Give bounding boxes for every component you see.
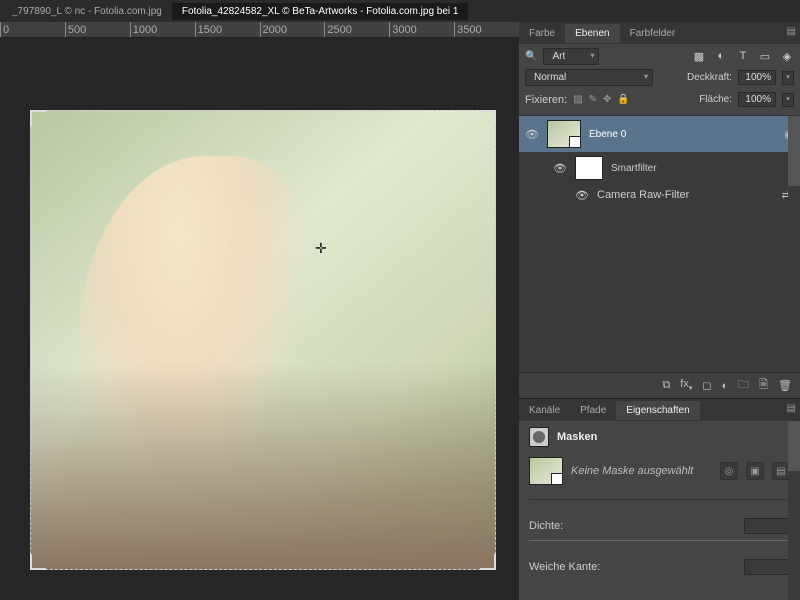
crop-selection[interactable] <box>30 110 496 570</box>
smartfilter-label[interactable]: Smartfilter <box>611 163 794 174</box>
ruler-horizontal: 0 500 1000 1500 2000 2500 3000 3500 <box>0 22 519 38</box>
lock-label: Fixieren: <box>525 94 567 106</box>
opacity-label: Deckkraft: <box>687 72 732 83</box>
crop-handle-tl[interactable] <box>30 110 46 126</box>
properties-panel: Kanäle Pfade Eigenschaften ▤ Masken Kein… <box>519 398 800 600</box>
layer-filter-icons: ▩ ◐ T ▭ ◈ <box>692 50 794 63</box>
tab-farbfelder[interactable]: Farbfelder <box>620 24 686 43</box>
layers-panel: Farbe Ebenen Farbfelder ▤ 🔍 Art ▩ ◐ T ▭ … <box>519 22 800 398</box>
layers-options: 🔍 Art ▩ ◐ T ▭ ◈ Normal Deckkraft: 100% ▾ <box>519 44 800 116</box>
document-canvas[interactable]: ✛ <box>30 110 496 570</box>
opacity-drop-icon[interactable]: ▾ <box>782 71 794 85</box>
lock-transparency-icon[interactable]: ▨ <box>573 94 582 105</box>
tab-kanaele[interactable]: Kanäle <box>519 401 570 420</box>
add-mask-icon[interactable]: ◻ <box>702 379 711 392</box>
density-value[interactable] <box>744 518 790 534</box>
link-layers-icon[interactable]: ⧉ <box>662 379 670 392</box>
feather-label: Weiche Kante: <box>529 561 600 573</box>
masks-title: Masken <box>557 431 597 443</box>
fill-input[interactable]: 100% <box>738 92 776 107</box>
layer-item[interactable]: 👁 Smartfilter <box>519 152 800 184</box>
layer-item[interactable]: 👁 Ebene 0 ◉ <box>519 116 800 152</box>
panels-sidebar: Farbe Ebenen Farbfelder ▤ 🔍 Art ▩ ◐ T ▭ … <box>519 22 800 600</box>
delete-layer-icon[interactable]: 🗑 <box>778 379 792 392</box>
new-adjustment-icon[interactable]: ◐ <box>722 380 729 392</box>
fill-drop-icon[interactable]: ▾ <box>782 93 794 107</box>
filter-shape-icon[interactable]: ▭ <box>758 50 772 63</box>
tab-farbe[interactable]: Farbe <box>519 24 565 43</box>
visibility-icon[interactable]: 👁 <box>525 128 539 141</box>
density-label: Dichte: <box>529 520 563 532</box>
layer-name[interactable]: Ebene 0 <box>589 129 776 140</box>
layers-list[interactable]: 👁 Ebene 0 ◉ 👁 Smartfilter 👁 Camera Raw-F… <box>519 116 800 372</box>
filter-adjust-icon[interactable]: ◐ <box>714 50 728 63</box>
panel-menu-icon[interactable]: ▤ <box>787 403 796 414</box>
layer-style-icon[interactable]: fx▾ <box>680 378 692 392</box>
mask-mode-icon[interactable] <box>529 427 549 447</box>
lock-all-icon[interactable]: 🔒 <box>617 94 629 105</box>
document-tab[interactable]: Fotolia_42824582_XL © BeTa-Artworks - Fo… <box>172 3 469 20</box>
add-pixel-mask-icon[interactable]: ▣ <box>746 462 764 480</box>
no-mask-label: Keine Maske ausgewählt <box>571 465 693 477</box>
tab-eigenschaften[interactable]: Eigenschaften <box>616 401 699 420</box>
filter-row[interactable]: 👁 Camera Raw-Filter ⇄ <box>519 184 800 206</box>
canvas-area[interactable]: 0 500 1000 1500 2000 2500 3000 3500 ✛ <box>0 22 519 600</box>
visibility-icon[interactable]: 👁 <box>575 189 589 202</box>
filter-name[interactable]: Camera Raw-Filter <box>597 189 689 201</box>
mask-thumbnail[interactable] <box>529 457 563 485</box>
layer-filter-kind-select[interactable]: Art <box>543 48 599 65</box>
opacity-input[interactable]: 100% <box>738 70 776 85</box>
layers-panel-tabs: Farbe Ebenen Farbfelder ▤ <box>519 22 800 44</box>
new-group-icon[interactable]: 🗀 <box>738 376 749 395</box>
layers-scrollbar[interactable] <box>788 116 800 372</box>
visibility-icon[interactable]: 👁 <box>553 162 567 175</box>
filter-pixel-icon[interactable]: ▩ <box>692 50 706 63</box>
lock-position-icon[interactable]: ✥ <box>603 94 611 105</box>
feather-value[interactable] <box>744 559 790 575</box>
crop-handle-bl[interactable] <box>30 554 46 570</box>
crop-handle-br[interactable] <box>480 554 496 570</box>
properties-panel-tabs: Kanäle Pfade Eigenschaften ▤ <box>519 399 800 421</box>
properties-scrollbar[interactable] <box>788 421 800 600</box>
density-slider[interactable] <box>529 540 790 541</box>
layers-panel-footer: ⧉ fx▾ ◻ ◐ 🗀 🗎 🗑 <box>519 372 800 398</box>
filter-smart-icon[interactable]: ◈ <box>780 50 794 63</box>
filter-type-icon[interactable]: T <box>736 50 750 63</box>
select-mask-icon[interactable]: ◎ <box>720 462 738 480</box>
layer-thumbnail[interactable] <box>547 120 581 148</box>
document-tab[interactable]: _797890_L © nc - Fotolia.com.jpg <box>2 3 172 20</box>
filter-mask-thumbnail[interactable] <box>575 156 603 180</box>
tab-pfade[interactable]: Pfade <box>570 401 616 420</box>
document-tab-bar: _797890_L © nc - Fotolia.com.jpg Fotolia… <box>0 0 800 22</box>
new-layer-icon[interactable]: 🗎 <box>759 376 768 395</box>
fill-label: Fläche: <box>699 94 732 105</box>
blend-mode-select[interactable]: Normal <box>525 69 653 86</box>
tab-ebenen[interactable]: Ebenen <box>565 24 619 43</box>
lock-paint-icon[interactable]: ✎ <box>589 94 597 105</box>
panel-menu-icon[interactable]: ▤ <box>787 26 796 37</box>
crop-handle-tr[interactable] <box>480 110 496 126</box>
